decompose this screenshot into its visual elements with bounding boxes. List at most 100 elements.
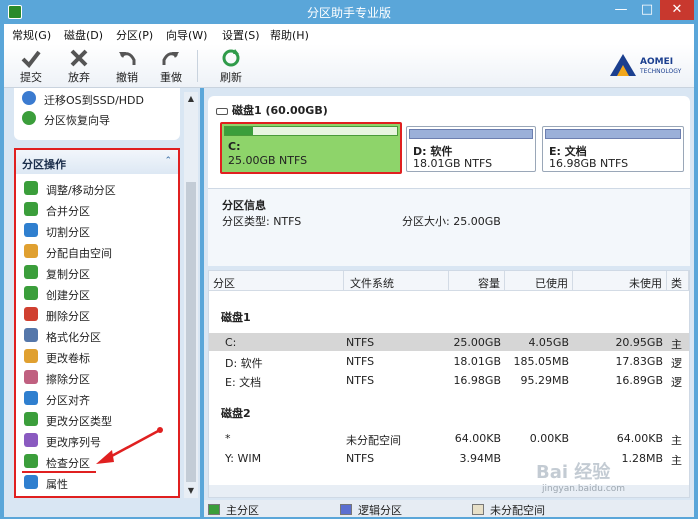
scroll-down-icon[interactable]: ▼ <box>186 486 196 496</box>
split-icon <box>24 223 38 237</box>
align-icon <box>24 391 38 405</box>
cell-free: 17.83GB <box>615 355 663 368</box>
menu-disk[interactable]: 磁盘(D) <box>64 27 103 43</box>
col-free[interactable]: 未使用 <box>573 271 667 291</box>
format-icon <box>24 328 38 342</box>
allocate-icon <box>24 244 38 258</box>
op-label: 合并分区 <box>46 205 90 218</box>
check-partition-icon <box>24 454 38 468</box>
partition-type-text: 分区类型: NTFS <box>222 215 302 228</box>
partition-detail: 25.00GB NTFS <box>228 154 308 167</box>
op-label: 切割分区 <box>46 226 90 239</box>
menu-wizard[interactable]: 向导(W) <box>166 27 207 43</box>
cell-free: 64.00KB <box>616 432 663 445</box>
watermark-sub: jingyan.baidu.com <box>542 484 626 494</box>
left-scrollbar[interactable]: ▲ ▼ <box>184 92 198 498</box>
refresh-button[interactable]: 刷新 <box>214 46 248 86</box>
menu-settings[interactable]: 设置(S) <box>222 27 260 43</box>
redo-icon <box>162 52 179 65</box>
legend-logical: 逻辑分区 <box>340 502 402 518</box>
op-label: 创建分区 <box>46 289 90 302</box>
partition-usage-bar <box>409 129 533 139</box>
cell-fs: NTFS <box>346 452 375 465</box>
cell-capacity: 18.01GB <box>453 355 501 368</box>
cross-icon <box>70 49 88 67</box>
redo-button[interactable]: 重做 <box>154 46 188 86</box>
cell-fs: 未分配空间 <box>346 434 401 447</box>
op-label: 复制分区 <box>46 268 90 281</box>
undo-button[interactable]: 撤销 <box>110 46 144 86</box>
cell-free: 16.89GB <box>615 374 663 387</box>
recovery-icon <box>22 111 36 125</box>
cell-type: 逻 <box>671 357 682 370</box>
brand-line2: TECHNOLOGY <box>640 68 682 75</box>
apply-label: 提交 <box>20 71 42 84</box>
col-partition[interactable]: 分区 <box>209 271 344 291</box>
partition-c-block[interactable]: C: 25.00GB NTFS <box>220 122 402 174</box>
close-button[interactable]: ✕ <box>660 0 694 20</box>
menu-help[interactable]: 帮助(H) <box>270 27 309 43</box>
baidu-watermark: Bai 经验 jingyan.baidu.com <box>536 458 625 494</box>
partition-d-block[interactable]: D: 软件 18.01GB NTFS <box>406 126 536 172</box>
scroll-thumb[interactable] <box>186 182 196 482</box>
legend-primary-label: 主分区 <box>226 504 259 517</box>
collapse-icon[interactable]: ⌃ <box>164 156 172 166</box>
usage-fill <box>225 127 253 135</box>
refresh-icon <box>222 49 240 67</box>
properties-icon <box>24 475 38 489</box>
table-row[interactable]: * 未分配空间 64.00KB 0.00KB 64.00KB 主 <box>209 429 689 447</box>
title-bar: 分区助手专业版 — □ ✕ <box>0 0 698 24</box>
op-label: 更改分区类型 <box>46 415 112 428</box>
menu-bar: 常规(G) 磁盘(D) 分区(P) 向导(W) 设置(S) 帮助(H) <box>4 24 694 44</box>
col-filesystem[interactable]: 文件系统 <box>344 271 449 291</box>
cell-type: 主 <box>671 454 682 467</box>
legend-logical-label: 逻辑分区 <box>358 504 402 517</box>
info-title: 分区信息 <box>222 199 266 212</box>
refresh-label: 刷新 <box>220 71 242 84</box>
cell-free: 20.95GB <box>615 336 663 349</box>
col-type[interactable]: 类 <box>667 271 689 291</box>
partition-size-text: 分区大小: 25.00GB <box>402 215 501 228</box>
cell-partition: C: <box>225 336 237 349</box>
window-title: 分区助手专业版 <box>306 6 391 20</box>
discard-button[interactable]: 放弃 <box>62 46 96 86</box>
discard-label: 放弃 <box>68 71 90 84</box>
col-used[interactable]: 已使用 <box>505 271 573 291</box>
menu-partition[interactable]: 分区(P) <box>116 27 153 43</box>
cell-fs: NTFS <box>346 374 375 387</box>
operations-header[interactable]: 分区操作 ⌃ <box>16 150 178 174</box>
apply-button[interactable]: 提交 <box>14 46 48 86</box>
op-label: 删除分区 <box>46 310 90 323</box>
cell-partition: D: 软件 <box>225 357 263 370</box>
aomei-logo: AOMEI TECHNOLOGY <box>608 52 690 80</box>
cell-partition: * <box>225 432 231 445</box>
disk1-title: 磁盘1 (60.00GB) <box>232 104 328 117</box>
op-label: 更改序列号 <box>46 436 101 449</box>
cell-fs: NTFS <box>346 336 375 349</box>
right-panel: 磁盘1 (60.00GB) C: 25.00GB NTFS D: 软件 18.0… <box>204 88 694 502</box>
serial-icon <box>24 433 38 447</box>
cell-partition: Y: WIM <box>225 452 262 465</box>
group-disk1: 磁盘1 <box>221 311 251 324</box>
table-row[interactable]: E: 文档 NTFS 16.98GB 95.29MB 16.89GB 逻 <box>209 371 689 389</box>
partition-operations-box: 分区操作 ⌃ 调整/移动分区 合并分区 切割分区 分配自由空间 复制分区 创建分… <box>14 148 180 498</box>
undo-icon <box>119 52 136 65</box>
op-label: 格式化分区 <box>46 331 101 344</box>
op-label: 检查分区 <box>46 457 90 470</box>
primary-swatch <box>208 504 220 515</box>
partition-e-block[interactable]: E: 文档 16.98GB NTFS <box>542 126 684 172</box>
menu-general[interactable]: 常规(G) <box>12 27 51 43</box>
op-label: 调整/移动分区 <box>46 184 116 197</box>
op-label: 分区对齐 <box>46 394 90 407</box>
maximize-button[interactable]: □ <box>634 0 660 20</box>
cell-capacity: 3.94MB <box>459 452 501 465</box>
check-icon <box>21 50 41 68</box>
scroll-up-icon[interactable]: ▲ <box>186 94 196 104</box>
table-row[interactable]: D: 软件 NTFS 18.01GB 185.05MB 17.83GB 逻 <box>209 352 689 370</box>
merge-icon <box>24 202 38 216</box>
wizard-item-label: 迁移OS到SSD/HDD <box>44 94 144 107</box>
wizard-item-label: 分区恢复向导 <box>44 114 110 127</box>
minimize-button[interactable]: — <box>608 0 634 20</box>
table-row[interactable]: C: NTFS 25.00GB 4.05GB 20.95GB 主 <box>209 333 689 351</box>
col-capacity[interactable]: 容量 <box>449 271 505 291</box>
